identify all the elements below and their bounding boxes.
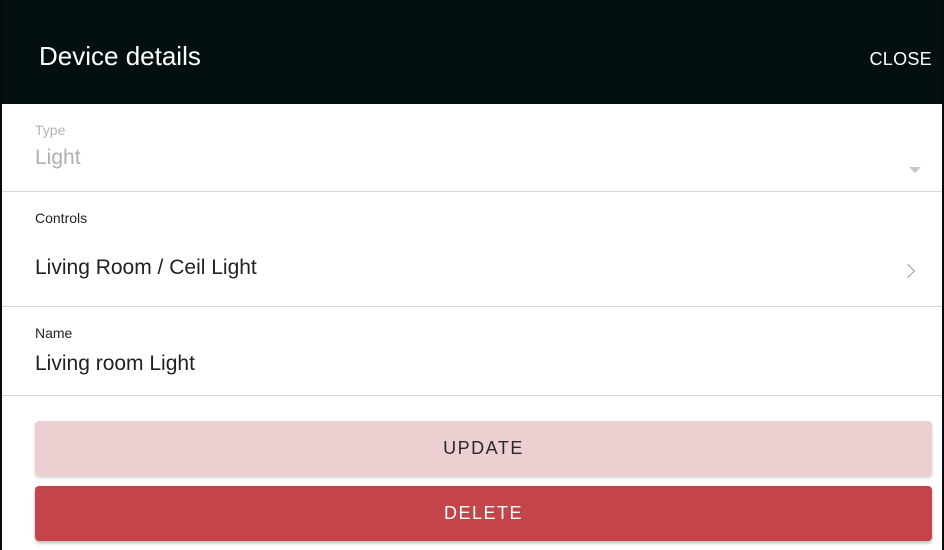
dialog-header: Device details CLOSE [2,0,942,104]
controls-selector[interactable]: Controls Living Room / Ceil Light [2,192,942,307]
update-button[interactable]: UPDATE [35,421,932,476]
name-value[interactable]: Living room Light [35,351,195,377]
delete-button[interactable]: DELETE [35,486,932,541]
chevron-right-icon [900,263,916,279]
controls-value: Living Room / Ceil Light [35,256,257,279]
close-button[interactable]: CLOSE [869,47,932,71]
dialog-title: Device details [39,41,201,71]
controls-label: Controls [35,210,88,226]
name-field[interactable]: Name Living room Light [2,307,942,396]
type-value: Light [35,146,81,169]
dropdown-arrow-icon [909,167,921,173]
type-label: Type [35,122,66,138]
name-label: Name [35,325,73,341]
type-select[interactable]: Type Light [2,104,942,192]
device-details-dialog: Device details CLOSE Type Light Controls… [0,0,944,550]
